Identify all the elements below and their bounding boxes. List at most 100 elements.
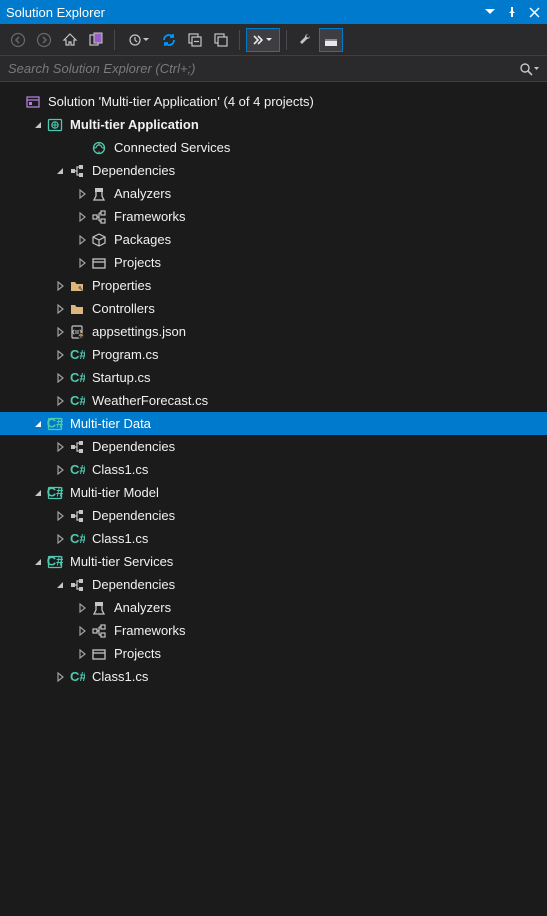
tree-item-label: Dependencies [92, 439, 175, 454]
cs-icon [68, 668, 86, 686]
tree-item[interactable]: Class1.cs [0, 458, 547, 481]
tree-item[interactable]: Multi-tier Data [0, 412, 547, 435]
cs-icon [68, 530, 86, 548]
tree-item[interactable]: Multi-tier Services [0, 550, 547, 573]
packages-icon [90, 231, 108, 249]
tree-item[interactable]: Solution 'Multi-tier Application' (4 of … [0, 90, 547, 113]
tree-item-label: Multi-tier Model [70, 485, 159, 500]
tree-item-label: appsettings.json [92, 324, 186, 339]
tree-item[interactable]: Properties [0, 274, 547, 297]
expander-closed-icon[interactable] [74, 232, 90, 248]
preview-button[interactable] [319, 28, 343, 52]
tree-item-label: Class1.cs [92, 669, 148, 684]
titlebar: Solution Explorer [0, 0, 547, 24]
tree-item[interactable]: Multi-tier Model [0, 481, 547, 504]
solution-tree[interactable]: Solution 'Multi-tier Application' (4 of … [0, 82, 547, 696]
expander-closed-icon[interactable] [74, 600, 90, 616]
tree-item-label: Solution 'Multi-tier Application' (4 of … [48, 94, 314, 109]
expander-closed-icon[interactable] [52, 439, 68, 455]
analyzers-icon [90, 185, 108, 203]
tree-item[interactable]: Packages [0, 228, 547, 251]
expander-open-icon[interactable] [30, 117, 46, 133]
tree-item[interactable]: Frameworks [0, 619, 547, 642]
pending-changes-filter-button[interactable] [121, 28, 155, 52]
expander-closed-icon[interactable] [52, 462, 68, 478]
tree-item-label: Analyzers [114, 186, 171, 201]
expander-closed-icon[interactable] [52, 278, 68, 294]
tree-item-label: Multi-tier Application [70, 117, 199, 132]
connected-icon [90, 139, 108, 157]
forward-button[interactable] [32, 28, 56, 52]
expander-closed-icon[interactable] [52, 393, 68, 409]
tree-item[interactable]: Projects [0, 642, 547, 665]
tree-item[interactable]: Dependencies [0, 573, 547, 596]
tree-item-label: Multi-tier Services [70, 554, 173, 569]
projects-icon [90, 645, 108, 663]
tree-item[interactable]: Dependencies [0, 159, 547, 182]
close-icon[interactable] [527, 5, 541, 19]
expander-closed-icon[interactable] [74, 186, 90, 202]
expander-open-icon[interactable] [52, 577, 68, 593]
expander-closed-icon[interactable] [74, 209, 90, 225]
tree-item[interactable]: Startup.cs [0, 366, 547, 389]
tree-item-label: Startup.cs [92, 370, 151, 385]
show-all-files-button[interactable] [209, 28, 233, 52]
collapse-all-button[interactable] [183, 28, 207, 52]
tree-item[interactable]: Controllers [0, 297, 547, 320]
home-button[interactable] [58, 28, 82, 52]
csproj-icon [46, 415, 64, 433]
tree-item-label: Connected Services [114, 140, 230, 155]
expander-closed-icon[interactable] [52, 531, 68, 547]
tree-item[interactable]: Frameworks [0, 205, 547, 228]
csproj-icon [46, 553, 64, 571]
tree-item[interactable]: Analyzers [0, 596, 547, 619]
switch-views-button[interactable] [84, 28, 108, 52]
toolbar-separator [239, 30, 240, 50]
expander-open-icon[interactable] [52, 163, 68, 179]
back-button[interactable] [6, 28, 30, 52]
expander-open-icon[interactable] [30, 416, 46, 432]
deps-icon [68, 162, 86, 180]
toolbar [0, 24, 547, 56]
tree-item[interactable]: Projects [0, 251, 547, 274]
tree-item[interactable]: Connected Services [0, 136, 547, 159]
expander-closed-icon[interactable] [52, 370, 68, 386]
tree-item[interactable]: WeatherForecast.cs [0, 389, 547, 412]
tree-item-label: Frameworks [114, 209, 186, 224]
tree-item[interactable]: Class1.cs [0, 527, 547, 550]
preview-selected-items-button[interactable] [246, 28, 280, 52]
tree-item[interactable]: Dependencies [0, 435, 547, 458]
tree-item-label: Class1.cs [92, 462, 148, 477]
properties-button[interactable] [293, 28, 317, 52]
toolbar-separator [114, 30, 115, 50]
expander-closed-icon[interactable] [52, 508, 68, 524]
folder-icon [68, 300, 86, 318]
csproj-web-icon [46, 116, 64, 134]
expander-closed-icon[interactable] [74, 646, 90, 662]
window-pos-dropdown-icon[interactable] [483, 5, 497, 19]
expander-closed-icon[interactable] [52, 301, 68, 317]
csproj-icon [46, 484, 64, 502]
expander-closed-icon[interactable] [52, 324, 68, 340]
search-icon[interactable] [519, 62, 539, 76]
expander-closed-icon[interactable] [74, 255, 90, 271]
pin-icon[interactable] [505, 5, 519, 19]
tree-item[interactable]: Program.cs [0, 343, 547, 366]
tree-item[interactable]: Dependencies [0, 504, 547, 527]
tree-item[interactable]: Class1.cs [0, 665, 547, 688]
searchbar[interactable]: Search Solution Explorer (Ctrl+;) [0, 56, 547, 82]
tree-item[interactable]: Multi-tier Application [0, 113, 547, 136]
tree-item-label: Multi-tier Data [70, 416, 151, 431]
tree-item[interactable]: appsettings.json [0, 320, 547, 343]
tree-item-label: Controllers [92, 301, 155, 316]
expander-closed-icon[interactable] [52, 669, 68, 685]
expander-closed-icon[interactable] [52, 347, 68, 363]
expander-closed-icon[interactable] [74, 623, 90, 639]
expander-open-icon[interactable] [30, 485, 46, 501]
search-input[interactable]: Search Solution Explorer (Ctrl+;) [8, 61, 519, 76]
sync-button[interactable] [157, 28, 181, 52]
expander-open-icon[interactable] [30, 554, 46, 570]
tree-item[interactable]: Analyzers [0, 182, 547, 205]
tree-item-label: Program.cs [92, 347, 158, 362]
json-icon [68, 323, 86, 341]
